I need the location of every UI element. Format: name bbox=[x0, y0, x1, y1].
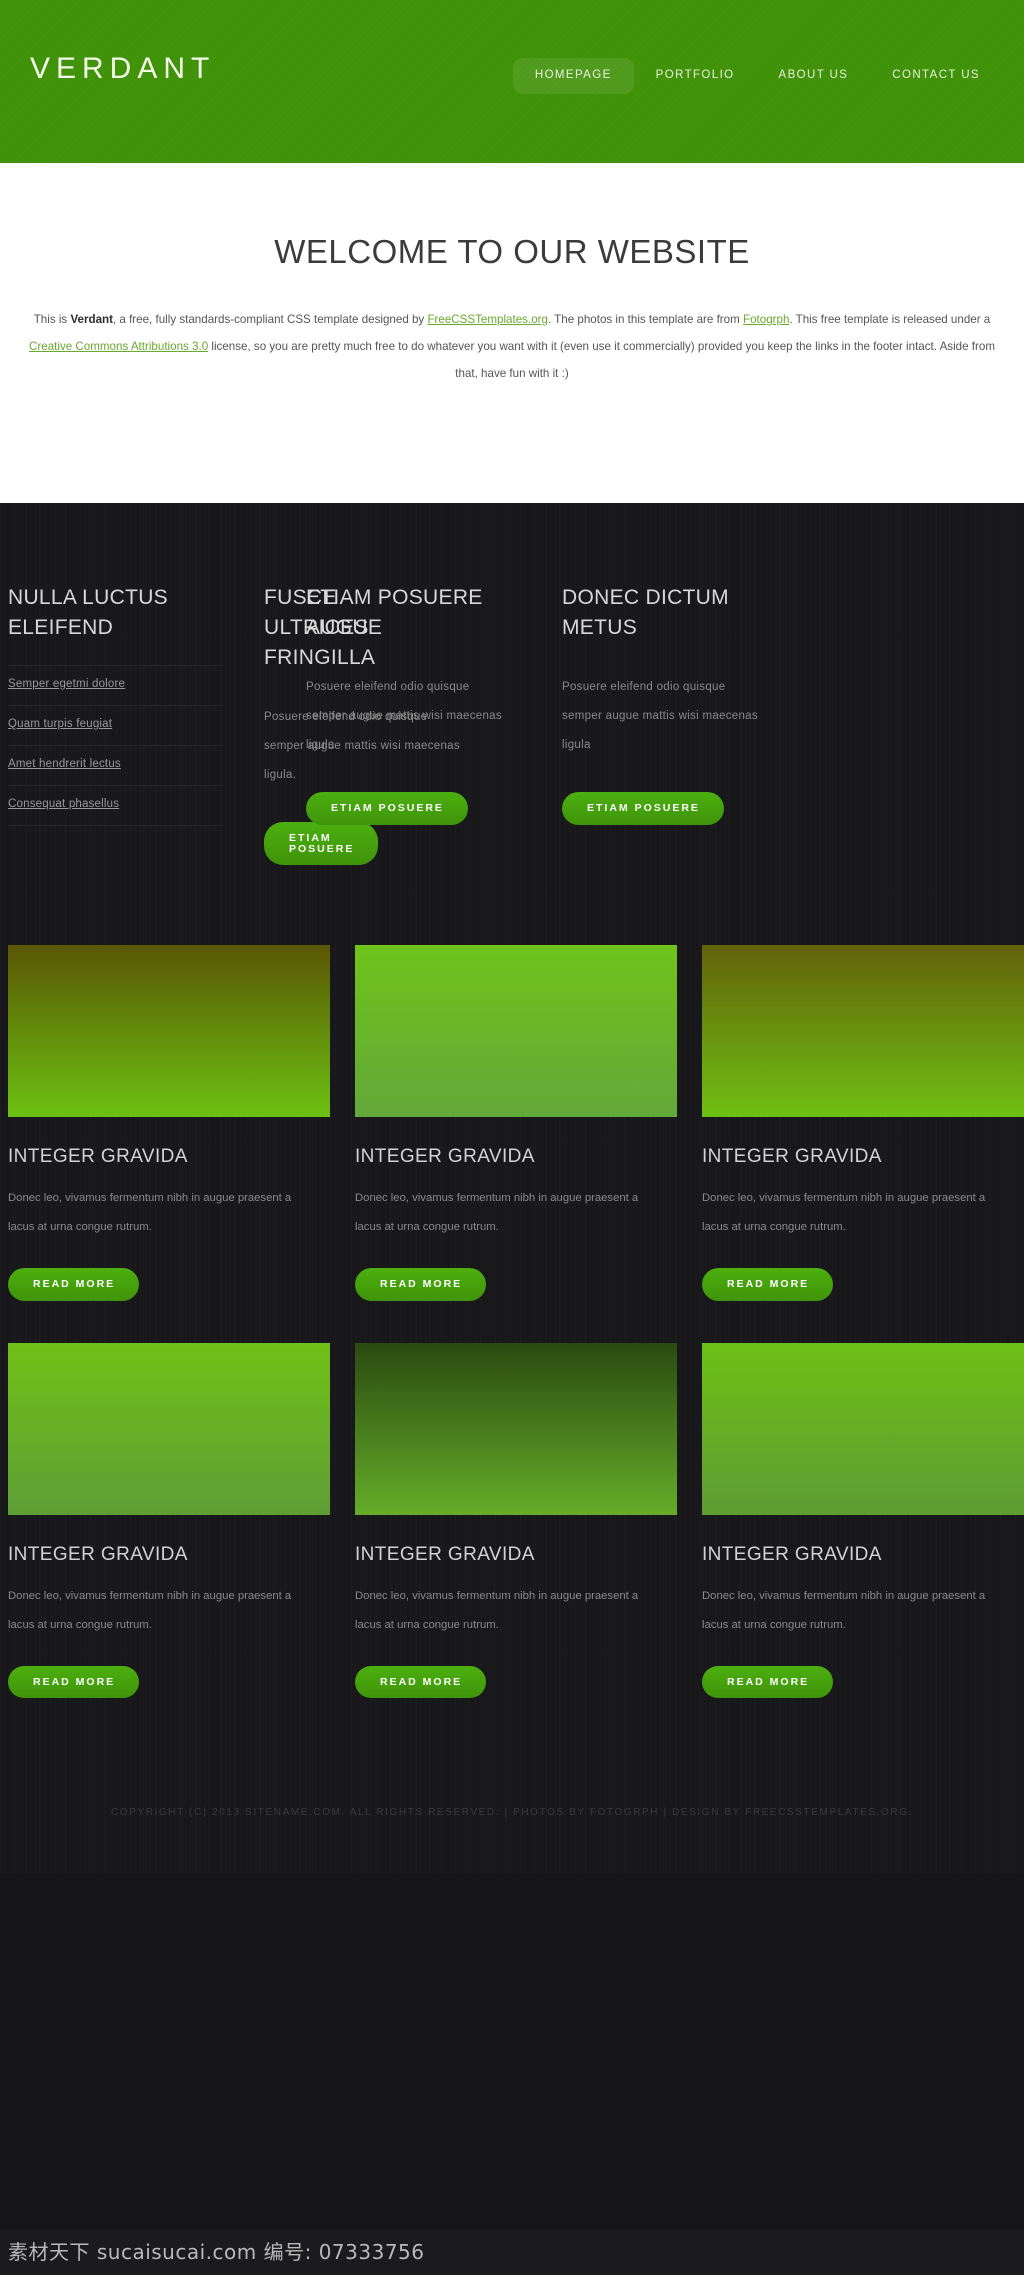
welcome-text-part1: This is bbox=[33, 313, 71, 326]
gallery-image[interactable] bbox=[702, 1342, 1024, 1515]
main-navigation: HOMEPAGE PORTFOLIO ABOUT US CONTACT US bbox=[512, 58, 1002, 94]
site-header: VERDANT HOMEPAGE PORTFOLIO ABOUT US CONT… bbox=[0, 0, 1024, 163]
welcome-paragraph: This is Verdant, a free, fully standards… bbox=[17, 306, 1007, 387]
page-title: WELCOME TO OUR WEBSITE bbox=[274, 233, 750, 270]
feature-box-title: ETIAM POSUERE AUGUE bbox=[306, 586, 483, 639]
nav-item-contact-us[interactable]: CONTACT US bbox=[870, 58, 1002, 94]
welcome-text-part2: , a free, fully standards-compliant CSS … bbox=[112, 313, 428, 326]
gallery-card: INTEGER GRAVIDA Donec leo, vivamus ferme… bbox=[355, 945, 677, 1301]
gallery-grid: INTEGER GRAVIDA Donec leo, vivamus ferme… bbox=[0, 865, 1024, 1698]
gallery-card: INTEGER GRAVIDA Donec leo, vivamus ferme… bbox=[702, 1342, 1024, 1698]
gallery-card-title: INTEGER GRAVIDA bbox=[8, 1146, 188, 1167]
gallery-card-title: INTEGER GRAVIDA bbox=[355, 1146, 535, 1167]
dark-content-area: NULLA LUCTUS ELEIFEND Semper egetmi dolo… bbox=[0, 503, 1024, 1873]
read-more-button[interactable]: READ MORE bbox=[702, 1268, 834, 1301]
feature-box-row: NULLA LUCTUS ELEIFEND Semper egetmi dolo… bbox=[0, 503, 1024, 865]
gallery-card: INTEGER GRAVIDA Donec leo, vivamus ferme… bbox=[702, 945, 1024, 1301]
stock-watermark: 素材天下 sucaisucai.com 编号: 07333756 bbox=[0, 2230, 1024, 2275]
read-more-button[interactable]: READ MORE bbox=[8, 1268, 140, 1301]
gallery-card-text: Donec leo, vivamus fermentum nibh in aug… bbox=[702, 1192, 986, 1233]
gallery-card-title: INTEGER GRAVIDA bbox=[8, 1543, 188, 1565]
link-freecsstemplates[interactable]: FreeCSSTemplates.org bbox=[427, 313, 548, 326]
welcome-text-part4: . This free template is released under a bbox=[789, 313, 991, 326]
nav-item-portfolio[interactable]: PORTFOLIO bbox=[634, 58, 757, 94]
welcome-section: WELCOME TO OUR WEBSITE This is Verdant, … bbox=[0, 163, 1024, 503]
gallery-card: INTEGER GRAVIDA Donec leo, vivamus ferme… bbox=[355, 1342, 677, 1698]
gallery-card-text: Donec leo, vivamus fermentum nibh in aug… bbox=[8, 1589, 292, 1631]
link-creative-commons[interactable]: Creative Commons Attributions 3.0 bbox=[29, 340, 208, 353]
feature-box-body: Posuere eleifend odio quisque semper aug… bbox=[306, 681, 502, 751]
gallery-image[interactable] bbox=[355, 1342, 677, 1515]
gallery-card: INTEGER GRAVIDA Donec leo, vivamus ferme… bbox=[8, 945, 330, 1301]
copyright-text: COPYRIGHT (C) 2013 SITENAME.COM. ALL RIG… bbox=[110, 1807, 914, 1818]
gallery-card-text: Donec leo, vivamus fermentum nibh in aug… bbox=[355, 1589, 639, 1631]
feature-box-etiam-posuere: ETIAM POSUERE AUGUE Posuere eleifend odi… bbox=[306, 583, 562, 865]
gallery-card: INTEGER GRAVIDA Donec leo, vivamus ferme… bbox=[8, 1342, 330, 1698]
site-footer: COPYRIGHT (C) 2013 SITENAME.COM. ALL RIG… bbox=[0, 1698, 1024, 1873]
gallery-image[interactable] bbox=[8, 945, 330, 1117]
read-more-button[interactable]: READ MORE bbox=[355, 1268, 487, 1301]
link-fotogrph[interactable]: Fotogrph bbox=[743, 313, 789, 326]
site-logo[interactable]: VERDANT bbox=[30, 52, 215, 86]
welcome-brand-name: Verdant bbox=[70, 313, 113, 326]
feature-box-title: DONEC DICTUM METUS bbox=[562, 586, 729, 639]
feature-box-donec-dictum: DONEC DICTUM METUS Posuere eleifend odio… bbox=[562, 583, 818, 865]
nav-item-about-us[interactable]: ABOUT US bbox=[757, 58, 871, 94]
welcome-text-part5: license, so you are pretty much free to … bbox=[208, 340, 995, 380]
gallery-image[interactable] bbox=[355, 945, 677, 1117]
gallery-card-text: Donec leo, vivamus fermentum nibh in aug… bbox=[355, 1192, 639, 1233]
read-more-button[interactable]: READ MORE bbox=[355, 1665, 487, 1698]
gallery-image[interactable] bbox=[8, 1342, 330, 1515]
gallery-image[interactable] bbox=[702, 945, 1024, 1117]
gallery-card-title: INTEGER GRAVIDA bbox=[355, 1543, 535, 1565]
nav-item-homepage[interactable]: HOMEPAGE bbox=[512, 58, 634, 94]
gallery-card-text: Donec leo, vivamus fermentum nibh in aug… bbox=[8, 1192, 292, 1233]
read-more-button[interactable]: READ MORE bbox=[8, 1665, 140, 1698]
gallery-card-title: INTEGER GRAVIDA bbox=[702, 1543, 882, 1565]
gallery-card-title: INTEGER GRAVIDA bbox=[702, 1146, 882, 1167]
etiam-posuere-button[interactable]: ETIAM POSUERE bbox=[306, 792, 468, 825]
feature-box-body: Posuere eleifend odio quisque semper aug… bbox=[562, 681, 758, 751]
read-more-button[interactable]: READ MORE bbox=[702, 1665, 834, 1698]
etiam-posuere-button[interactable]: ETIAM POSUERE bbox=[562, 792, 724, 825]
gallery-card-text: Donec leo, vivamus fermentum nibh in aug… bbox=[702, 1589, 986, 1631]
feature-box-fusce-ultrices: FUSCE ULTRICES FRINGILLA Posuere eleifen… bbox=[0, 583, 460, 865]
welcome-text-part3: . The photos in this template are from bbox=[547, 313, 743, 326]
